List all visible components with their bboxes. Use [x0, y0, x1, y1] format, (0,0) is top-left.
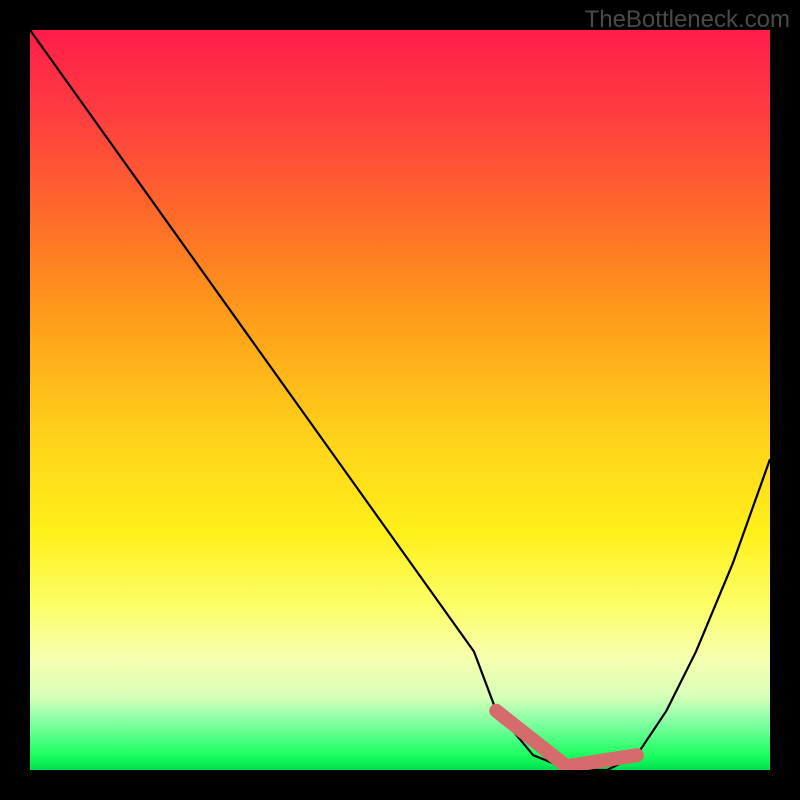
flat-region-end-dot — [630, 748, 644, 762]
chart-curve-layer — [30, 30, 770, 770]
flat-region-highlight — [496, 711, 637, 767]
bottleneck-curve — [30, 30, 770, 770]
watermark-text: TheBottleneck.com — [585, 6, 790, 34]
